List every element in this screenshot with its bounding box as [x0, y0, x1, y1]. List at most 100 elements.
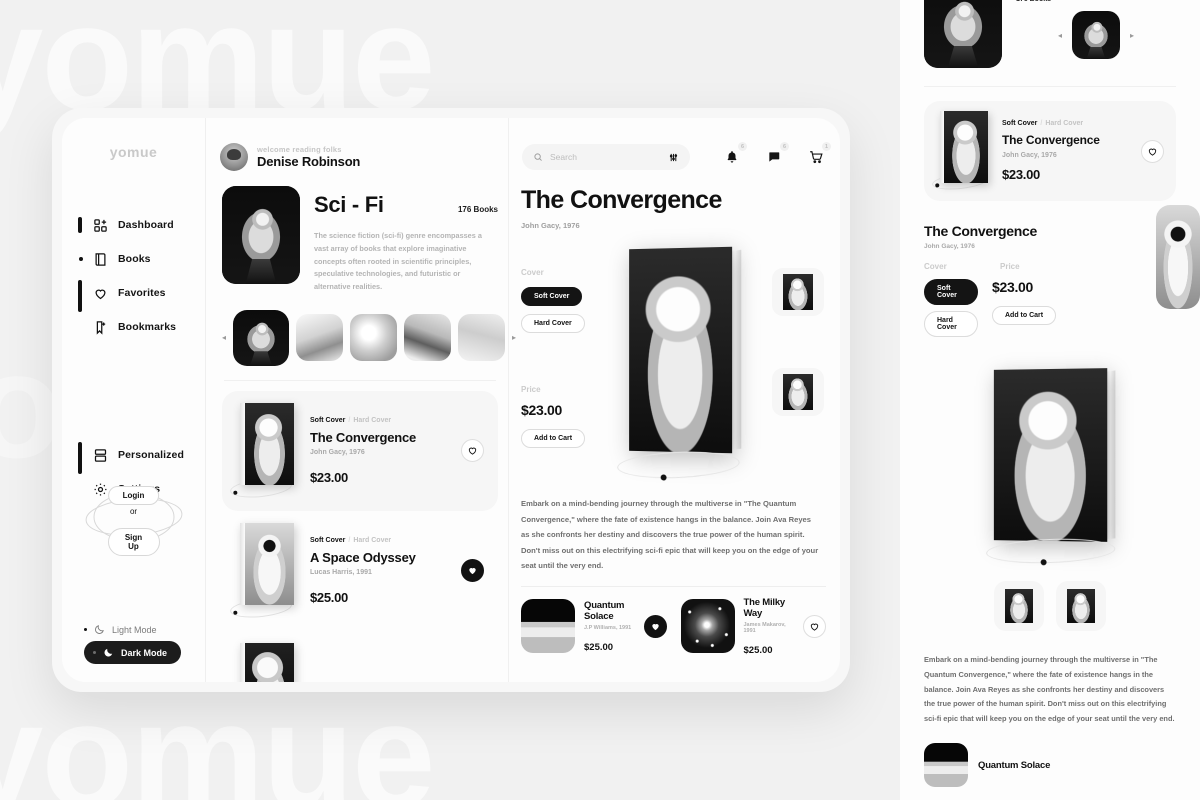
- heart-icon: [1148, 148, 1157, 156]
- sidebar-item-label: Books: [118, 253, 151, 265]
- book-3d-render: [615, 246, 741, 481]
- book-front-cover: [628, 246, 732, 454]
- dark-mode-label: Dark Mode: [121, 647, 168, 658]
- related-book-price: $25.00: [584, 641, 614, 653]
- mobile-next-card-peek[interactable]: [1156, 205, 1200, 309]
- book-info: Soft Cover / Hard Cover The Convergence Jo…: [310, 417, 449, 485]
- notifications-button[interactable]: 6: [722, 142, 747, 167]
- main-content: welcome reading folks Denise Robinson Se…: [206, 118, 840, 682]
- book-front-cover: [993, 368, 1108, 542]
- hard-cover-option[interactable]: Hard Cover: [521, 314, 585, 333]
- cover-option-hard[interactable]: Hard Cover: [1045, 120, 1083, 127]
- detail-thumbnail[interactable]: [994, 581, 1044, 631]
- messages-button[interactable]: 6: [764, 142, 789, 167]
- cover-option-soft[interactable]: Soft Cover: [310, 417, 345, 424]
- sidebar-item-label: Favorites: [118, 287, 166, 299]
- related-book-item[interactable]: The Milky Way James Makarov, 1991 $25.00: [680, 597, 826, 656]
- orbit-decoration: [615, 449, 741, 481]
- soft-cover-option[interactable]: Soft Cover: [924, 279, 978, 305]
- bookmark-icon: [92, 319, 108, 335]
- related-book-info: Quantum Solace J.P Williams, 1991 $25.00: [584, 600, 635, 653]
- book-list-item-partial[interactable]: [222, 631, 498, 682]
- sidebar-primary-nav: Dashboard Books Favorites Bookmarks: [62, 210, 205, 342]
- mobile-detail-description: Embark on a mind-bending journey through…: [924, 655, 1175, 724]
- carousel-thumbnail[interactable]: [458, 314, 506, 362]
- related-books: Quantum Solace J.P Williams, 1991 $25.00: [521, 597, 826, 656]
- related-book-author: J.P Williams, 1991: [584, 624, 632, 631]
- soft-cover-option[interactable]: Soft Cover: [521, 287, 583, 306]
- app-logo: yomue: [109, 144, 158, 160]
- sliders-icon[interactable]: [668, 152, 679, 163]
- cover-option-soft[interactable]: Soft Cover: [310, 537, 345, 544]
- book-list-item[interactable]: Soft Cover / Hard Cover A Space Odyssey Lu…: [222, 511, 498, 631]
- carousel-thumbnail[interactable]: [1072, 11, 1120, 59]
- genre-hero: Sci - Fi 176 Books The science fiction (…: [222, 186, 498, 294]
- dark-mode-option[interactable]: Dark Mode: [84, 641, 182, 664]
- detail-thumbnail[interactable]: [772, 268, 824, 316]
- hard-cover-option[interactable]: Hard Cover: [924, 311, 978, 337]
- light-mode-option[interactable]: Light Mode: [84, 624, 205, 635]
- sidebar-item-books[interactable]: Books: [78, 244, 205, 274]
- mobile-detail-options: Soft Cover Hard Cover $23.00 Add to Cart: [924, 279, 1176, 343]
- carousel-thumbnail[interactable]: [350, 314, 398, 362]
- detail-thumbnail[interactable]: [1056, 581, 1106, 631]
- favorite-button[interactable]: [643, 614, 667, 638]
- add-to-cart-button[interactable]: Add to Cart: [521, 429, 586, 448]
- detail-price: $23.00: [521, 402, 563, 418]
- related-book-cover: [680, 599, 735, 654]
- sidebar-item-dashboard[interactable]: Dashboard: [78, 210, 205, 240]
- book-cover: [234, 642, 298, 682]
- sidebar-item-personalized[interactable]: Personalized: [78, 440, 205, 474]
- add-to-cart-button[interactable]: Add to Cart: [992, 306, 1057, 325]
- related-book-item[interactable]: Quantum Solace J.P Williams, 1991 $25.00: [521, 597, 667, 656]
- favorite-button[interactable]: [1141, 139, 1164, 163]
- cover-option-hard[interactable]: Hard Cover: [353, 417, 391, 424]
- detail-book-preview: [597, 246, 762, 481]
- cover-options: Soft Cover / Hard Cover: [1002, 120, 1084, 127]
- genre-title: Sci - Fi: [314, 192, 384, 217]
- auth-or-label: or: [129, 507, 138, 516]
- grid-icon: [92, 217, 108, 233]
- mobile-book-info: Soft Cover / Hard Cover The Convergence Jo…: [1002, 120, 1131, 182]
- carousel-thumbnail[interactable]: [233, 309, 290, 366]
- signup-button[interactable]: Sign Up: [107, 528, 160, 556]
- carousel-next-arrow[interactable]: ▸: [1130, 31, 1134, 40]
- sidebar-item-bookmarks[interactable]: Bookmarks: [78, 312, 205, 342]
- search-input[interactable]: [550, 152, 661, 162]
- favorite-button[interactable]: [461, 439, 484, 463]
- favorite-button[interactable]: [461, 559, 484, 583]
- login-button[interactable]: Login: [107, 486, 160, 505]
- carousel-prev-arrow[interactable]: ◂: [222, 333, 226, 342]
- topbar: welcome reading folks Denise Robinson Se…: [220, 140, 831, 174]
- cover-option-hard[interactable]: Hard Cover: [353, 537, 391, 544]
- carousel-thumbnail[interactable]: [404, 314, 452, 362]
- sidebar-item-favorites[interactable]: Favorites: [78, 278, 205, 312]
- cart-badge: 1: [822, 142, 831, 151]
- messages-badge: 6: [780, 142, 789, 151]
- user-profile[interactable]: welcome reading folks Denise Robinson: [220, 143, 508, 171]
- moon-icon: [104, 648, 113, 657]
- cart-button[interactable]: 1: [806, 142, 831, 167]
- active-indicator-dot: [79, 257, 83, 261]
- detail-author: John Gacy, 1976: [521, 221, 580, 230]
- cover-option-soft[interactable]: Soft Cover: [1002, 120, 1037, 127]
- related-book-info: The Milky Way James Makarov, 1991 $25.00: [744, 597, 795, 656]
- auth-widget: Login or Sign Up: [82, 486, 186, 556]
- search-bar[interactable]: [522, 144, 690, 170]
- orbit-decoration: [985, 536, 1116, 566]
- book-list-item[interactable]: Soft Cover / Hard Cover The Convergence Jo…: [222, 390, 498, 511]
- mobile-related-book[interactable]: Quantum Solace: [924, 743, 1176, 788]
- related-book-title: Quantum Solace: [584, 599, 625, 622]
- mobile-book-card[interactable]: Soft Cover / Hard Cover The Convergence Jo…: [924, 101, 1200, 309]
- favorite-button[interactable]: [803, 614, 826, 638]
- mobile-book-author: John Gacy, 1976: [1002, 152, 1057, 159]
- mobile-genre-hero: 176 Books ◂ ▸: [924, 0, 1176, 68]
- detail-header: The Convergence John Gacy, 1976: [521, 186, 826, 230]
- book-price: $23.00: [310, 469, 348, 485]
- book-title: A Space Odyssey: [310, 549, 416, 565]
- moon-icon: [95, 625, 104, 634]
- user-name: Denise Robinson: [257, 154, 361, 169]
- carousel-prev-arrow[interactable]: ◂: [1058, 31, 1062, 40]
- carousel-thumbnail[interactable]: [296, 314, 344, 362]
- detail-thumbnail[interactable]: [772, 368, 824, 416]
